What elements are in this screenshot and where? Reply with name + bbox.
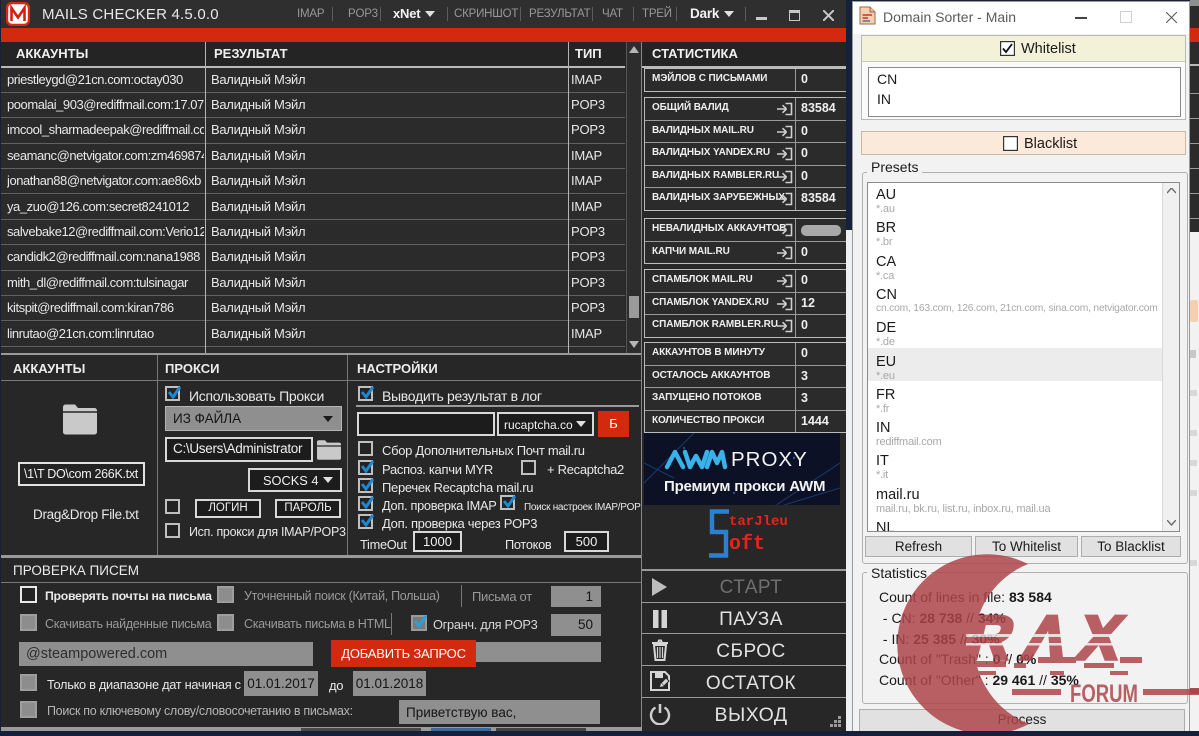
- svg-text:PROXY: PROXY: [731, 448, 808, 471]
- svg-text:Премиум прокси AWM: Премиум прокси AWM: [664, 478, 825, 495]
